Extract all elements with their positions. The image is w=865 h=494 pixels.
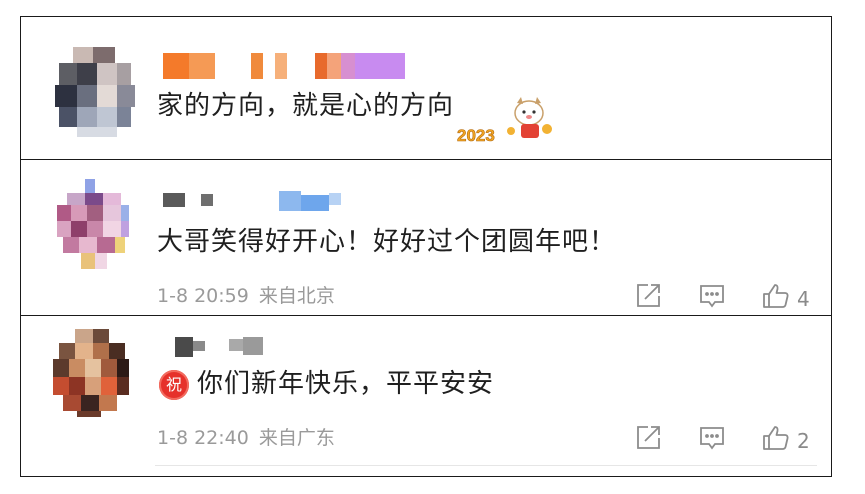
username-redacted[interactable] <box>163 191 363 211</box>
like-count: 2 <box>797 429 810 453</box>
comment-meta: 1-8 22:40 来自广东 <box>157 427 335 449</box>
comment-text: 大哥笑得好开心！好好过个团圆年吧！ <box>157 227 617 257</box>
comment-icon[interactable] <box>697 281 727 311</box>
username-redacted[interactable] <box>163 53 413 79</box>
comment-text: 家的方向，就是心的方向 <box>157 91 455 121</box>
comment-icon[interactable] <box>697 423 727 453</box>
avatar[interactable] <box>53 329 129 417</box>
blessing-badge-icon: 祝 <box>159 370 189 400</box>
avatar[interactable] <box>57 179 129 271</box>
avatar[interactable] <box>55 47 135 137</box>
divider <box>155 465 817 466</box>
divider <box>21 159 831 160</box>
comment-text: 你们新年快乐，平平安安 <box>197 369 495 399</box>
sticker-text: 2023 <box>457 126 495 145</box>
comment-timestamp: 1-8 20:59 <box>157 285 249 307</box>
share-icon[interactable] <box>633 281 663 311</box>
thumbs-up-icon[interactable] <box>761 423 791 453</box>
comment-timestamp: 1-8 22:40 <box>157 427 249 449</box>
comment-list: 家的方向，就是心的方向 2023 大哥笑得好开心！好好过个团圆年吧！ 1-8 2… <box>20 16 832 477</box>
comment-location: 来自广东 <box>258 427 335 449</box>
new-year-2023-sticker-icon: 2023 <box>451 91 561 151</box>
comment-meta: 1-8 20:59 来自北京 <box>157 285 335 307</box>
comment-location: 来自北京 <box>258 285 335 307</box>
divider <box>21 315 831 316</box>
username-redacted[interactable] <box>175 337 295 357</box>
like-count: 4 <box>797 287 810 311</box>
share-icon[interactable] <box>633 423 663 453</box>
thumbs-up-icon[interactable] <box>761 281 791 311</box>
